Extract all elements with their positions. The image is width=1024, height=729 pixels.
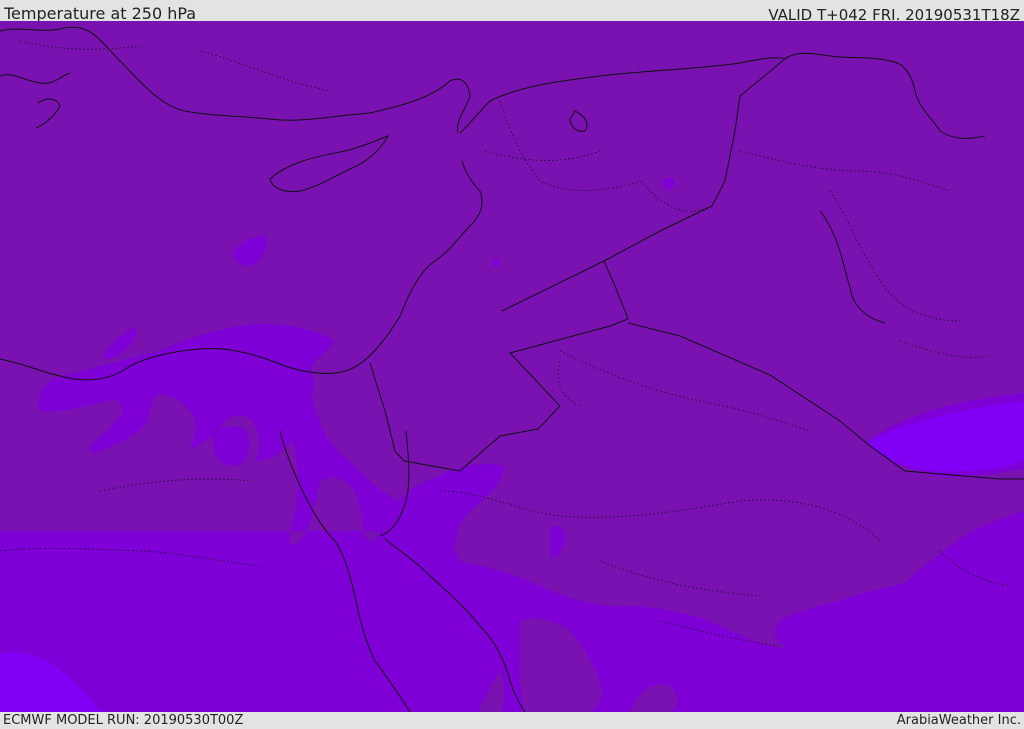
credit-label: ArabiaWeather Inc. (896, 713, 1021, 728)
footer-bar: ECMWF MODEL RUN: 20190530T00Z ArabiaWeat… (0, 712, 1024, 729)
temperature-map (0, 21, 1024, 712)
model-run-label: ECMWF MODEL RUN: 20190530T00Z (3, 713, 244, 728)
header-bar: Temperature at 250 hPa VALID T+042 FRI. … (0, 0, 1024, 24)
